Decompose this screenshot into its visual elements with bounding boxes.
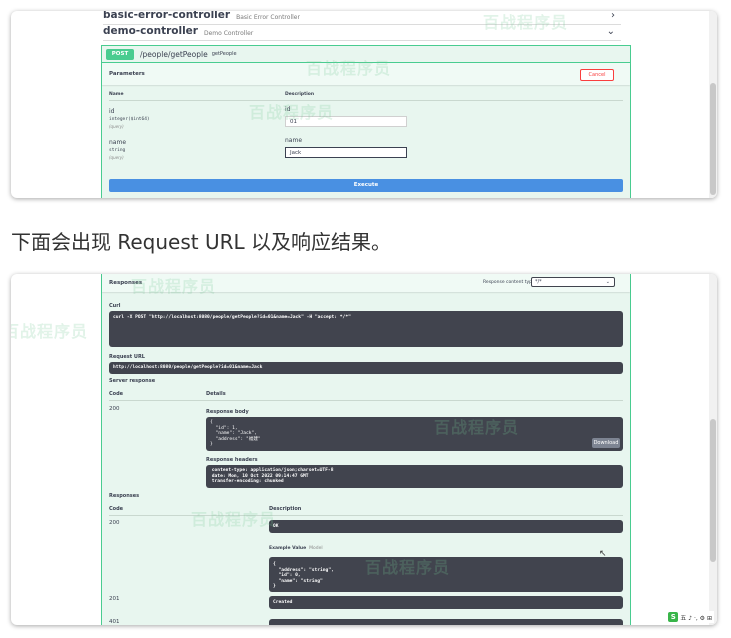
example-value: { "address": "string", "id": 0, "name": … bbox=[273, 562, 334, 590]
sogou-logo-icon: S bbox=[668, 612, 679, 622]
ime-toolbar-text: 五 ♪ ·, ⚙ ⊞ bbox=[680, 614, 712, 622]
scrollbar-thumb[interactable] bbox=[710, 83, 716, 195]
cancel-button[interactable]: Cancel bbox=[580, 69, 614, 81]
param-label: id bbox=[285, 106, 291, 113]
operation-path: /people/getPeople bbox=[140, 49, 208, 59]
response-headers-box: content-type: application/json;charset=U… bbox=[206, 465, 623, 488]
column-details: Details bbox=[206, 391, 226, 397]
doc-response-description-box bbox=[269, 619, 623, 625]
parameters-header: Parameters Cancel bbox=[102, 63, 630, 85]
operation-block: Responses Response content type */* ⌄ Cu… bbox=[101, 274, 631, 625]
response-headers: content-type: application/json;charset=U… bbox=[211, 468, 334, 485]
parameters-title: Parameters bbox=[109, 71, 145, 77]
responses-header: Responses Response content type */* ⌄ bbox=[102, 274, 630, 292]
download-button[interactable]: Download bbox=[592, 438, 620, 448]
example-value-box: { "address": "string", "id": 0, "name": … bbox=[269, 557, 623, 592]
doc-response-description: Created bbox=[273, 600, 293, 605]
param-in: (query) bbox=[109, 155, 124, 160]
content-type-value: */* bbox=[535, 279, 542, 285]
scrollbar-thumb[interactable] bbox=[710, 419, 716, 562]
doc-response-code: 200 bbox=[109, 520, 120, 526]
example-tabs: Example Value Model bbox=[269, 546, 323, 551]
tag-description: Basic Error Controller bbox=[236, 14, 300, 21]
doc-response-description-box: Created bbox=[269, 596, 623, 609]
mouse-cursor-icon: ↖ bbox=[599, 549, 607, 559]
column-code: Code bbox=[109, 391, 124, 397]
request-url-title: Request URL bbox=[109, 354, 145, 360]
name-input[interactable]: Jack bbox=[285, 147, 407, 158]
execute-button[interactable]: Execute bbox=[109, 179, 623, 192]
doc-response-code: 401 bbox=[109, 619, 120, 625]
request-url-box: http://localhost:8080/people/getPeople?i… bbox=[109, 362, 623, 374]
method-badge: POST bbox=[106, 48, 134, 60]
column-code: Code bbox=[109, 506, 124, 512]
tab-example-value[interactable]: Example Value bbox=[269, 546, 306, 551]
column-description: Description bbox=[269, 506, 302, 512]
chevron-down-icon: ⌄ bbox=[605, 279, 610, 285]
ime-toolbar[interactable]: S 五 ♪ ·, ⚙ ⊞ bbox=[666, 611, 714, 623]
param-in: (query) bbox=[109, 124, 124, 129]
response-body: { "id": 1, "name": "Jack", "address": "福… bbox=[210, 420, 261, 448]
response-code: 200 bbox=[109, 406, 120, 412]
tab-model[interactable]: Model bbox=[309, 546, 323, 551]
curl-title: Curl bbox=[109, 303, 121, 309]
tag-name: demo-controller bbox=[103, 25, 198, 37]
param-name: name bbox=[109, 139, 127, 146]
operation-summary-text: getPeople bbox=[211, 51, 237, 57]
doc-response-description-box: OK bbox=[269, 520, 623, 533]
id-input[interactable]: 01 bbox=[285, 116, 407, 127]
swagger-screenshot-response: Responses Response content type */* ⌄ Cu… bbox=[11, 274, 717, 625]
divider bbox=[109, 400, 623, 401]
param-label: name bbox=[285, 137, 303, 144]
param-type: string bbox=[109, 148, 126, 153]
scrollbar[interactable] bbox=[709, 274, 717, 625]
operation-block: POST /people/getPeople getPeople Paramet… bbox=[101, 45, 631, 198]
column-name: Name bbox=[109, 92, 124, 97]
tag-name: basic-error-controller bbox=[103, 11, 231, 21]
param-type: integer($int64) bbox=[109, 117, 150, 122]
column-description: Description bbox=[285, 92, 315, 97]
response-body-box: { "id": 1, "name": "Jack", "address": "福… bbox=[206, 417, 623, 451]
content-type-label: Response content type bbox=[483, 280, 535, 285]
param-name: id bbox=[109, 108, 115, 115]
chevron-right-icon: › bbox=[611, 11, 615, 21]
swagger-screenshot-request: basic-error-controller Basic Error Contr… bbox=[11, 11, 717, 198]
server-response-title: Server response bbox=[109, 378, 156, 384]
doc-response-code: 201 bbox=[109, 596, 120, 602]
curl-command: curl -X POST "http://localhost:8080/peop… bbox=[113, 315, 351, 320]
chevron-down-icon: ⌄ bbox=[606, 26, 615, 37]
divider bbox=[109, 515, 623, 516]
response-headers-title: Response headers bbox=[206, 457, 258, 463]
tag-demo-controller[interactable]: demo-controller Demo Controller ⌄ bbox=[103, 23, 621, 41]
watermark: 百战程序员 bbox=[11, 322, 89, 341]
content-type-select[interactable]: */* ⌄ bbox=[531, 277, 615, 287]
caption-text: 下面会出现 Request URL 以及响应结果。 bbox=[11, 230, 391, 254]
tag-description: Demo Controller bbox=[203, 30, 254, 37]
request-url: http://localhost:8080/people/getPeople?i… bbox=[113, 365, 263, 370]
operation-summary[interactable]: POST /people/getPeople getPeople bbox=[102, 46, 630, 63]
doc-response-description: OK bbox=[273, 524, 279, 529]
scrollbar[interactable] bbox=[709, 11, 717, 198]
response-body-title: Response body bbox=[206, 409, 249, 415]
responses-doc-title: Responses bbox=[109, 493, 140, 499]
divider bbox=[109, 100, 623, 101]
responses-title: Responses bbox=[109, 280, 143, 286]
curl-box: curl -X POST "http://localhost:8080/peop… bbox=[109, 311, 623, 347]
